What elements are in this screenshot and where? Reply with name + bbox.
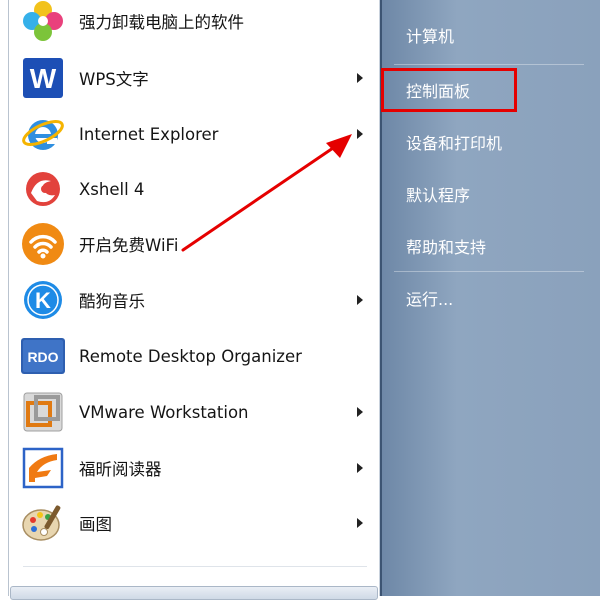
foxit-reader-icon <box>19 444 67 492</box>
program-item-remote-desktop-organizer[interactable]: RDO Remote Desktop Organizer <box>15 329 377 383</box>
program-label: WPS文字 <box>79 70 149 89</box>
program-item-internet-explorer[interactable]: Internet Explorer <box>15 107 377 161</box>
all-programs-bar[interactable] <box>10 586 378 600</box>
submenu-arrow-icon[interactable] <box>357 73 363 83</box>
program-label: Xshell 4 <box>79 179 145 199</box>
program-label: VMware Workstation <box>79 402 249 422</box>
system-item-help-and-support[interactable]: 帮助和支持 <box>394 227 584 265</box>
kugou-music-icon: K <box>19 276 67 324</box>
program-item-vmware-workstation[interactable]: VMware Workstation <box>15 385 377 439</box>
svg-text:W: W <box>30 63 57 94</box>
divider <box>394 271 584 272</box>
xshell-icon <box>19 165 67 213</box>
program-item-free-wifi[interactable]: 开启免费WiFi <box>15 217 377 271</box>
program-label: Remote Desktop Organizer <box>79 346 302 366</box>
program-label: 强力卸载电脑上的软件 <box>79 13 244 32</box>
program-item-kugou-music[interactable]: K 酷狗音乐 <box>15 273 377 327</box>
program-item-xshell[interactable]: Xshell 4 <box>15 162 377 216</box>
submenu-arrow-icon[interactable] <box>357 129 363 139</box>
control-panel-highlight <box>381 68 517 112</box>
submenu-arrow-icon[interactable] <box>357 463 363 473</box>
program-item-foxit-reader[interactable]: 福昕阅读器 <box>15 441 377 495</box>
internet-explorer-icon <box>19 110 67 158</box>
rdo-icon: RDO <box>19 332 67 380</box>
submenu-arrow-icon[interactable] <box>357 407 363 417</box>
system-item-default-programs[interactable]: 默认程序 <box>394 175 584 213</box>
program-label: Internet Explorer <box>79 124 219 144</box>
system-item-devices-and-printers[interactable]: 设备和打印机 <box>394 123 584 161</box>
start-menu: 强力卸载电脑上的软件 W WPS文字 Internet Explorer Xsh… <box>0 0 600 600</box>
svg-text:K: K <box>35 288 51 313</box>
free-wifi-icon <box>19 220 67 268</box>
vmware-icon <box>19 388 67 436</box>
divider <box>394 64 584 65</box>
uninstaller-icon <box>19 0 67 45</box>
divider <box>23 566 367 567</box>
program-label: 福昕阅读器 <box>79 460 162 479</box>
system-item-run[interactable]: 运行... <box>394 279 584 317</box>
paint-icon <box>19 499 67 547</box>
svg-text:RDO: RDO <box>27 349 58 365</box>
program-label: 开启免费WiFi <box>79 236 179 255</box>
program-label: 酷狗音乐 <box>79 292 145 311</box>
submenu-arrow-icon[interactable] <box>357 518 363 528</box>
submenu-arrow-icon[interactable] <box>357 295 363 305</box>
system-item-computer[interactable]: 计算机 <box>394 16 584 54</box>
program-item-uninstaller[interactable]: 强力卸载电脑上的软件 <box>15 0 377 48</box>
program-item-paint[interactable]: 画图 <box>15 496 377 550</box>
program-label: 画图 <box>79 515 112 534</box>
program-item-wps-writer[interactable]: W WPS文字 <box>15 51 377 105</box>
programs-pane: 强力卸载电脑上的软件 W WPS文字 Internet Explorer Xsh… <box>8 0 380 596</box>
wps-writer-icon: W <box>19 54 67 102</box>
